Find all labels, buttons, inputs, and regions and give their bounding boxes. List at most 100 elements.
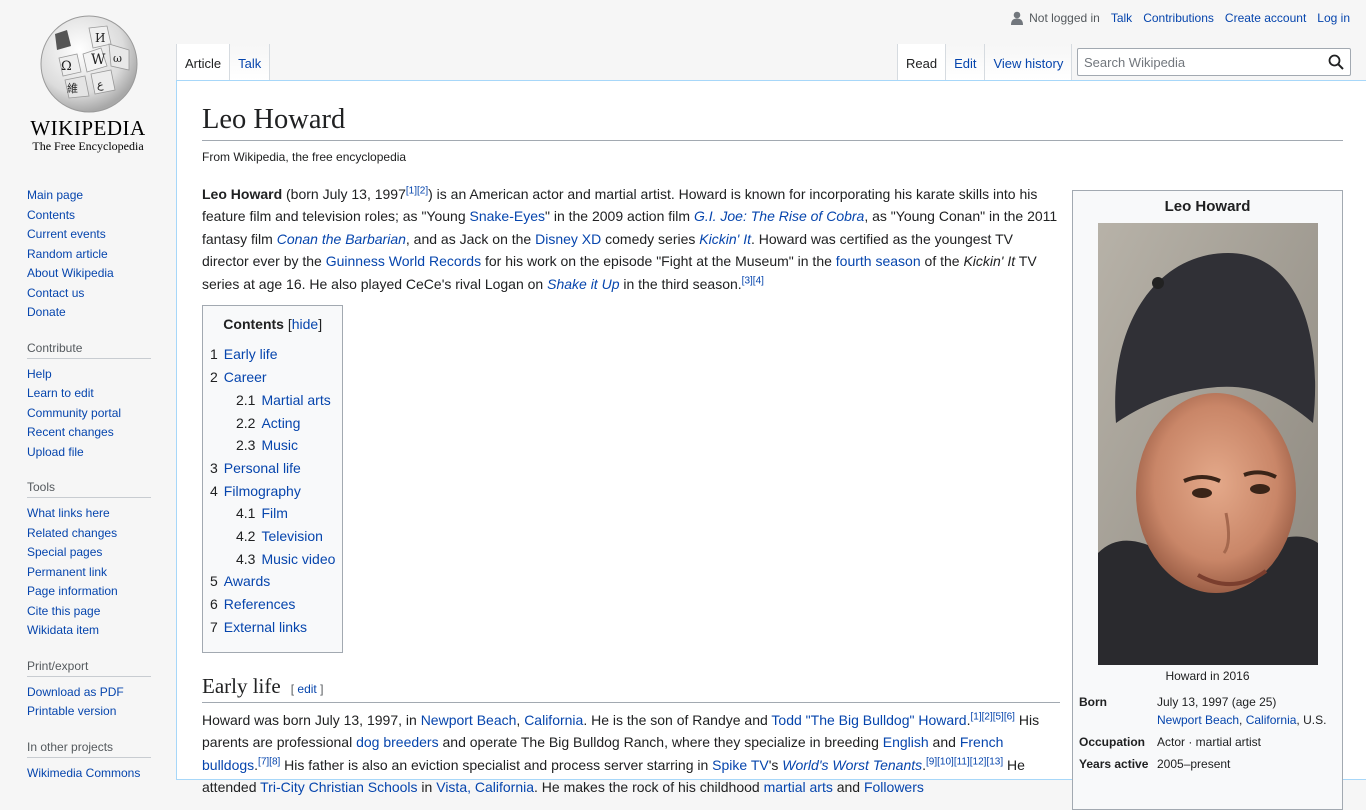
sidebar-navigation: Main page Contents Current events Random…	[27, 186, 151, 323]
toc-item[interactable]: 2.1 Martial arts	[210, 389, 335, 412]
sidebar-item-help[interactable]: Help	[27, 367, 52, 381]
link-newport-beach[interactable]: Newport Beach	[421, 712, 517, 728]
sidebar-heading-tools: Tools	[27, 480, 151, 498]
portrait-photo[interactable]	[1097, 222, 1318, 665]
toc-hide-toggle[interactable]: hide	[292, 316, 318, 332]
toc-item[interactable]: 4.2 Television	[210, 525, 335, 548]
sidebar-item-contact[interactable]: Contact us	[27, 286, 84, 300]
link-fourth-season[interactable]: fourth season	[836, 253, 921, 269]
tab-view-history[interactable]: View history	[985, 44, 1073, 80]
content-area: Leo Howard From Wikipedia, the free ency…	[176, 80, 1366, 810]
create-account-link[interactable]: Create account	[1225, 11, 1306, 25]
link-english[interactable]: English	[883, 734, 929, 750]
link-worlds-worst-tenants[interactable]: World's Worst Tenants	[782, 757, 922, 773]
toc-item[interactable]: 7 External links	[210, 616, 335, 639]
sidebar-item-current-events[interactable]: Current events	[27, 227, 106, 241]
sidebar-item-related-changes[interactable]: Related changes	[27, 526, 117, 540]
link-gi-joe[interactable]: G.I. Joe: The Rise of Cobra	[694, 208, 864, 224]
reference-link[interactable]: [1]	[406, 185, 417, 196]
talk-link[interactable]: Talk	[1111, 11, 1132, 25]
toc-item[interactable]: 2.2 Acting	[210, 412, 335, 435]
infobox-row-occupation: Occupation Actor · martial artist	[1079, 731, 1337, 753]
toc-item[interactable]: 2.3 Music	[210, 434, 335, 457]
wikipedia-logo[interactable]: Ω W И 維 ω ع WIKIPEDIA The Free Encyclope…	[0, 0, 176, 160]
link-vista[interactable]: Vista, California	[436, 779, 534, 795]
reference-link[interactable]: [3]	[742, 275, 753, 286]
link-tri-city[interactable]: Tri-City Christian Schools	[260, 779, 417, 795]
link-california[interactable]: California	[524, 712, 583, 728]
link-guinness[interactable]: Guinness World Records	[326, 253, 481, 269]
reference-link[interactable]: [4]	[753, 275, 764, 286]
link-born-place-1[interactable]: Newport Beach	[1157, 713, 1239, 727]
sidebar-item-page-information[interactable]: Page information	[27, 584, 118, 598]
sidebar-item-what-links-here[interactable]: What links here	[27, 506, 110, 520]
contributions-link[interactable]: Contributions	[1143, 11, 1214, 25]
toc-item[interactable]: 6 References	[210, 593, 335, 616]
infobox-row-years-active: Years active 2005–present	[1079, 753, 1337, 775]
toc-item[interactable]: 3 Personal life	[210, 457, 335, 480]
infobox-table: Born July 13, 1997 (age 25) Newport Beac…	[1079, 691, 1337, 775]
toc-item[interactable]: 2 Career	[210, 366, 335, 389]
sidebar-item-cite-this-page[interactable]: Cite this page	[27, 604, 100, 618]
link-conan[interactable]: Conan the Barbarian	[277, 231, 406, 247]
search-input[interactable]	[1078, 49, 1318, 75]
svg-text:ع: ع	[97, 78, 104, 91]
sidebar: Main page Contents Current events Random…	[0, 180, 176, 801]
toc-item[interactable]: 5 Awards	[210, 570, 335, 593]
toc-heading: Contents	[223, 316, 284, 333]
link-martial-arts[interactable]: martial arts	[764, 779, 833, 795]
svg-text:Ω: Ω	[61, 59, 72, 74]
link-disney-xd[interactable]: Disney XD	[535, 231, 601, 247]
logo-wordmark: WIKIPEDIA	[30, 116, 146, 140]
text: comedy series	[601, 230, 700, 247]
text: for his work on the episode "Fight at th…	[481, 253, 836, 270]
toc-item[interactable]: 1 Early life	[210, 343, 335, 366]
sidebar-item-printable-version[interactable]: Printable version	[27, 704, 116, 718]
reference-link[interactable]: [2]	[417, 185, 428, 196]
tab-talk[interactable]: Talk	[230, 44, 271, 80]
link-followers[interactable]: Followers	[864, 779, 924, 795]
link-dog-breeders[interactable]: dog breeders	[356, 734, 439, 750]
sidebar-item-learn-to-edit[interactable]: Learn to edit	[27, 386, 94, 400]
search-box	[1077, 48, 1351, 76]
toc-item[interactable]: 4.3 Music video	[210, 548, 335, 571]
sidebar-item-donate[interactable]: Donate	[27, 305, 66, 319]
sidebar-item-special-pages[interactable]: Special pages	[27, 545, 102, 559]
sidebar-item-community-portal[interactable]: Community portal	[27, 406, 121, 420]
reference-link[interactable]: [1][2][5][6]	[970, 711, 1014, 722]
login-link[interactable]: Log in	[1317, 11, 1350, 25]
link-todd-howard[interactable]: Todd "The Big Bulldog" Howard	[771, 712, 966, 728]
tab-read[interactable]: Read	[897, 44, 947, 80]
tab-edit[interactable]: Edit	[946, 44, 986, 80]
search-icon[interactable]	[1328, 54, 1344, 70]
label-occupation: Occupation	[1079, 734, 1146, 749]
link-snake-eyes[interactable]: Snake-Eyes	[470, 208, 545, 224]
sidebar-item-contents[interactable]: Contents	[27, 208, 75, 222]
sidebar-item-recent-changes[interactable]: Recent changes	[27, 425, 114, 439]
sidebar-item-about[interactable]: About Wikipedia	[27, 266, 114, 280]
text: in the third season.	[619, 275, 742, 292]
sidebar-item-random-article[interactable]: Random article	[27, 247, 108, 261]
toc-item[interactable]: 4.1 Film	[210, 502, 335, 525]
sidebar-heading-projects: In other projects	[27, 740, 151, 758]
reference-link[interactable]: [7][8]	[258, 756, 280, 767]
link-kickin-it[interactable]: Kickin' It	[699, 231, 751, 247]
text: " in the 2009 action film	[544, 208, 694, 225]
italic-kickin-it: Kickin' It	[963, 253, 1016, 270]
link-shake-it-up[interactable]: Shake it Up	[547, 276, 619, 292]
section-title: Early life	[202, 673, 281, 698]
toc-title: Contents [hide]	[223, 316, 323, 333]
sidebar-item-upload-file[interactable]: Upload file	[27, 445, 84, 459]
sidebar-item-wikidata-item[interactable]: Wikidata item	[27, 623, 99, 637]
sidebar-item-main-page[interactable]: Main page	[27, 188, 83, 202]
svg-text:И: И	[95, 31, 105, 45]
reference-link[interactable]: [9][10][11][12][13]	[926, 756, 1003, 767]
link-born-place-2[interactable]: California	[1246, 713, 1297, 727]
link-spike-tv[interactable]: Spike TV	[712, 757, 769, 773]
sidebar-item-permanent-link[interactable]: Permanent link	[27, 565, 107, 579]
tab-article[interactable]: Article	[176, 44, 231, 80]
edit-section-link[interactable]: edit	[297, 682, 316, 696]
sidebar-item-download-pdf[interactable]: Download as PDF	[27, 685, 124, 699]
toc-item[interactable]: 4 Filmography	[210, 480, 335, 503]
section-heading-early-life: Early life[ edit ]	[202, 673, 1060, 703]
